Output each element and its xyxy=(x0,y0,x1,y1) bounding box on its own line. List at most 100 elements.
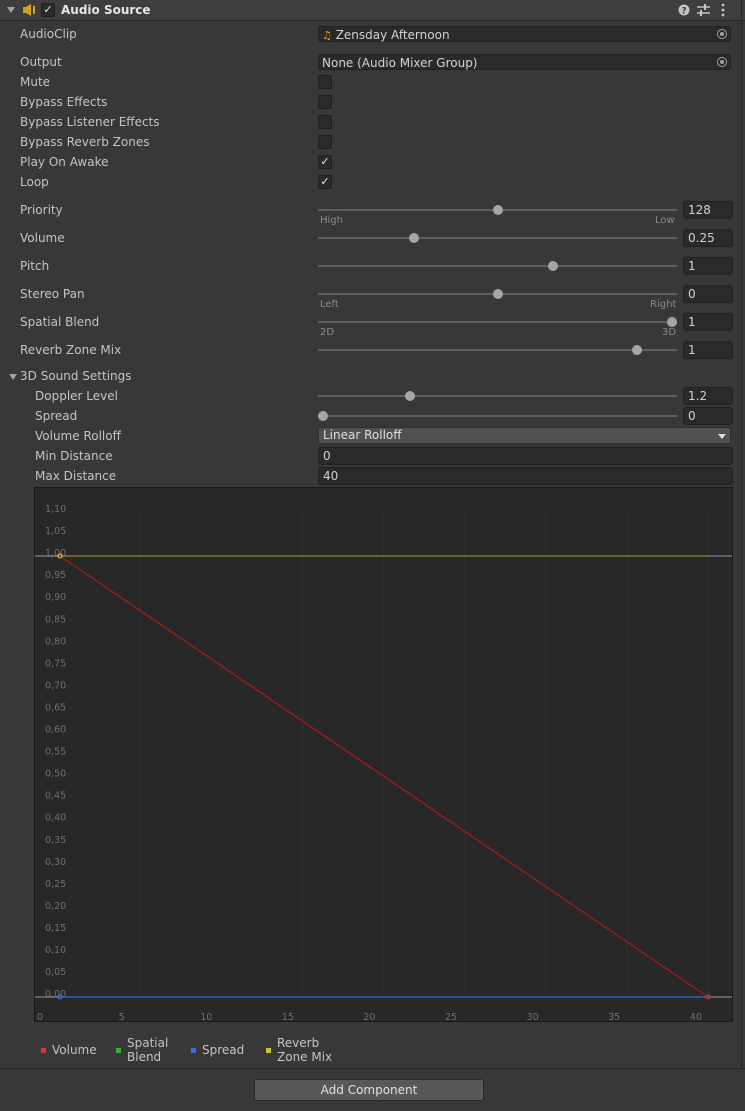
component-enabled-checkbox[interactable]: ✓ xyxy=(41,3,55,17)
bypass-effects-checkbox[interactable] xyxy=(318,95,332,109)
slider-knob[interactable] xyxy=(405,391,416,401)
pitch-input[interactable]: 1 xyxy=(683,257,733,275)
add-component-button[interactable]: Add Component xyxy=(254,1079,484,1101)
volume-label: Volume xyxy=(20,231,65,245)
y-tick-label: 0,35 xyxy=(45,835,66,846)
help-icon[interactable]: ? xyxy=(678,4,690,16)
legend-spread-label: Spread xyxy=(202,1043,245,1057)
y-tick-label: 0,45 xyxy=(45,791,66,802)
doppler-level-label: Doppler Level xyxy=(35,389,118,403)
legend-spatial-blend-label: Spatial Blend xyxy=(127,1036,169,1064)
max-distance-label: Max Distance xyxy=(35,469,117,483)
spatial-blend-slider[interactable] xyxy=(318,317,677,327)
y-tick-label: 0,60 xyxy=(45,725,66,736)
stereo-pan-label: Stereo Pan xyxy=(20,287,85,301)
scrollbar-track[interactable] xyxy=(741,0,742,1068)
spatial-blend-input[interactable]: 1 xyxy=(683,313,733,331)
x-tick-label: 30 xyxy=(527,1012,539,1021)
y-tick-label: 0,90 xyxy=(45,592,66,603)
y-tick-label: 0,05 xyxy=(45,967,66,978)
bypass-effects-label: Bypass Effects xyxy=(20,95,108,109)
priority-max-label: Low xyxy=(655,215,675,226)
slider-knob[interactable] xyxy=(318,411,328,421)
x-tick-label: 5 xyxy=(119,1012,125,1021)
doppler-level-input[interactable]: 1.2 xyxy=(683,387,733,405)
max-distance-input[interactable]: 40 xyxy=(318,467,733,485)
slider-knob[interactable] xyxy=(408,233,419,243)
3d-sound-settings-title[interactable]: 3D Sound Settings xyxy=(20,368,132,384)
play-on-awake-label: Play On Awake xyxy=(20,155,109,169)
stereo-pan-slider[interactable] xyxy=(318,289,677,299)
y-tick-label: 0,15 xyxy=(45,923,66,934)
pitch-label: Pitch xyxy=(20,259,50,273)
loop-checkbox[interactable]: ✓ xyxy=(318,175,332,189)
slider-knob[interactable] xyxy=(632,345,643,355)
rolloff-graph[interactable]: 1,10 1,05 1,00 0,95 0,90 0,85 0,80 0,75 0,70 0,65… xyxy=(34,487,733,1023)
y-tick-label: 0,40 xyxy=(45,813,66,824)
more-options-icon[interactable] xyxy=(720,3,726,17)
y-tick-label: 0,70 xyxy=(45,680,66,691)
output-label: Output xyxy=(20,55,62,69)
stereo-pan-input[interactable]: 0 xyxy=(683,285,733,303)
object-picker-icon[interactable] xyxy=(717,29,727,39)
y-tick-label: 0,00 xyxy=(45,989,66,1000)
min-distance-label: Min Distance xyxy=(35,449,113,463)
audio-source-icon xyxy=(23,4,35,16)
legend-volume-swatch xyxy=(41,1048,46,1053)
audioclip-label: AudioClip xyxy=(20,27,77,41)
doppler-level-slider[interactable] xyxy=(318,391,677,401)
presets-icon[interactable] xyxy=(697,4,710,16)
pitch-slider[interactable] xyxy=(318,261,677,271)
slider-knob[interactable] xyxy=(492,289,503,299)
priority-slider[interactable] xyxy=(318,205,677,215)
reverb-zone-mix-label: Reverb Zone Mix xyxy=(20,343,122,357)
volume-rolloff-dropdown[interactable]: Linear Rolloff xyxy=(318,427,731,444)
spread-label: Spread xyxy=(35,409,78,423)
y-tick-label: 0,80 xyxy=(45,636,66,647)
volume-input[interactable]: 0.25 xyxy=(683,229,733,247)
spread-slider[interactable] xyxy=(318,411,677,421)
min-distance-input[interactable]: 0 xyxy=(318,447,733,465)
bypass-listener-effects-label: Bypass Listener Effects xyxy=(20,115,160,129)
bypass-reverb-zones-checkbox[interactable] xyxy=(318,135,332,149)
output-value: None (Audio Mixer Group) xyxy=(322,56,478,70)
slider-knob[interactable] xyxy=(492,205,503,215)
x-tick-label: 10 xyxy=(200,1012,212,1021)
y-tick-label: 0,95 xyxy=(45,570,66,581)
reverb-zone-mix-slider[interactable] xyxy=(318,345,677,355)
svg-text:?: ? xyxy=(681,7,686,17)
spread-input[interactable]: 0 xyxy=(683,407,733,425)
y-tick-label: 1,05 xyxy=(45,526,66,537)
slider-knob[interactable] xyxy=(548,261,559,271)
x-tick-label: 40 xyxy=(690,1012,702,1021)
audio-clip-icon: ♫ xyxy=(322,29,332,42)
legend-reverb-zone-mix-label: Reverb Zone Mix xyxy=(277,1036,333,1064)
audioclip-field[interactable]: ♫ Zensday Afternoon xyxy=(318,26,731,42)
reverb-zone-mix-input[interactable]: 1 xyxy=(683,341,733,359)
component-header[interactable]: ✓ Audio Source ? xyxy=(0,0,745,21)
3d-settings-foldout-icon[interactable] xyxy=(9,374,17,380)
spatial-blend-label: Spatial Blend xyxy=(20,315,100,329)
bypass-listener-effects-checkbox[interactable] xyxy=(318,115,332,129)
stereo-pan-max-label: Right xyxy=(650,299,677,310)
volume-rolloff-value: Linear Rolloff xyxy=(323,428,402,442)
bypass-reverb-zones-label: Bypass Reverb Zones xyxy=(20,135,150,149)
priority-label: Priority xyxy=(20,203,63,217)
volume-slider[interactable] xyxy=(318,233,677,243)
priority-min-label: High xyxy=(320,215,343,226)
y-tick-label: 0,20 xyxy=(45,901,66,912)
foldout-arrow-icon[interactable] xyxy=(7,7,15,13)
rolloff-graph-canvas[interactable]: 1,101,051,000,950,900,850,800,750,700,65… xyxy=(35,488,732,1023)
legend-reverb-zone-mix-swatch xyxy=(266,1048,271,1053)
priority-input[interactable]: 128 xyxy=(683,201,733,219)
y-tick-label: 1,10 xyxy=(45,504,66,515)
object-picker-icon[interactable] xyxy=(717,57,727,67)
y-tick-label: 0,75 xyxy=(45,658,66,669)
y-tick-label: 0,10 xyxy=(45,945,66,956)
mute-label: Mute xyxy=(20,75,51,89)
mute-checkbox[interactable] xyxy=(318,75,332,89)
y-tick-label: 0,85 xyxy=(45,614,66,625)
slider-knob[interactable] xyxy=(667,317,677,327)
output-field[interactable]: None (Audio Mixer Group) xyxy=(318,54,731,70)
play-on-awake-checkbox[interactable]: ✓ xyxy=(318,155,332,169)
